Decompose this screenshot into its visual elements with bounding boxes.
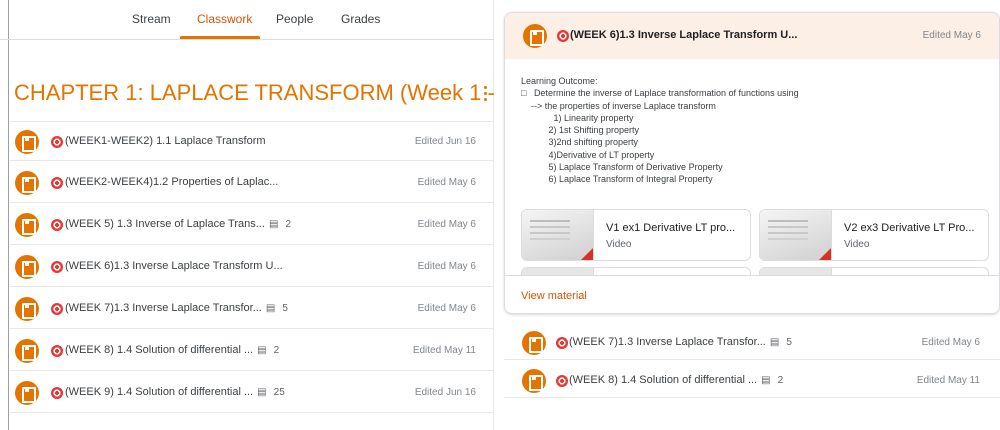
material-title: (WEEK 8) 1.4 Solution of differential ..…	[569, 374, 784, 386]
video-attachment[interactable]: V1 ex1 Derivative LT pro... Video	[521, 209, 751, 261]
assignment-icon	[15, 130, 39, 154]
material-row[interactable]: (WEEK 7)1.3 Inverse Laplace Transfor... ▤…	[10, 289, 494, 329]
comment-count: 25	[273, 387, 285, 398]
material-card-footer: View material	[505, 275, 999, 313]
target-icon	[51, 177, 63, 189]
classwork-panel: Stream Classwork People Grades CHAPTER 1…	[0, 0, 519, 430]
target-icon	[51, 345, 63, 357]
material-title: (WEEK1-WEEK2) 1.1 Laplace Transform	[65, 135, 266, 147]
material-row[interactable]: (WEEK 8) 1.4 Solution of differential ..…	[10, 331, 494, 371]
attachment-type: Video	[844, 239, 870, 250]
comment-count: 5	[282, 303, 288, 314]
material-title: (WEEK 9) 1.4 Solution of differential ..…	[65, 386, 285, 398]
target-icon	[51, 136, 63, 148]
material-title: (WEEK 6)1.3 Inverse Laplace Transform U.…	[570, 29, 798, 41]
comment-icon: ▤	[761, 375, 771, 386]
material-title: (WEEK2-WEEK4)1.2 Properties of Laplac...	[65, 176, 279, 188]
target-icon	[556, 337, 568, 349]
material-card-header[interactable]: (WEEK 6)1.3 Inverse Laplace Transform U.…	[505, 13, 999, 59]
class-tabs: Stream Classwork People Grades	[0, 0, 494, 40]
edited-date: Edited May 11	[916, 375, 980, 386]
attachment-type: Video	[606, 239, 632, 250]
edited-date: Edited May 6	[921, 337, 980, 348]
tab-grades[interactable]: Grades	[341, 12, 380, 26]
comment-icon: ▤	[265, 303, 276, 314]
tab-people[interactable]: People	[276, 12, 313, 26]
assignment-icon	[15, 255, 39, 279]
comment-count: 2	[777, 375, 784, 386]
edited-date: Edited May 6	[417, 261, 476, 272]
material-row[interactable]: (WEEK2-WEEK4)1.2 Properties of Laplac...…	[10, 163, 494, 203]
tab-stream[interactable]: Stream	[132, 12, 171, 26]
target-icon	[556, 375, 568, 387]
target-icon	[51, 303, 63, 315]
target-icon	[51, 219, 63, 231]
attachment-title: V1 ex1 Derivative LT pro...	[606, 222, 736, 234]
material-title: (WEEK 7)1.3 Inverse Laplace Transfor... ▤…	[65, 302, 288, 314]
panel-border	[8, 0, 9, 430]
edited-date: Edited Jun 16	[414, 387, 476, 398]
material-description: Learning Outcome: □ Determine the inverse…	[521, 76, 799, 185]
edited-date: Edited May 6	[417, 303, 476, 314]
topic-title: CHAPTER 1: LAPLACE TRANSFORM (Week 1 - .…	[14, 80, 520, 105]
more-vert-icon[interactable]	[484, 86, 488, 104]
tab-classwork[interactable]: Classwork	[197, 12, 252, 26]
video-thumbnail	[760, 210, 832, 260]
assignment-icon	[15, 381, 39, 405]
attachment-title: V2 ex3 Derivative LT Pro...	[844, 222, 975, 234]
material-title: (WEEK 5) 1.3 Inverse of Laplace Trans...…	[65, 218, 292, 230]
material-title: (WEEK 8) 1.4 Solution of differential ..…	[65, 344, 280, 356]
edited-date: Edited May 6	[417, 219, 476, 230]
assignment-icon	[15, 339, 39, 363]
material-row[interactable]: (WEEK 5) 1.3 Inverse of Laplace Trans...…	[10, 205, 494, 245]
video-thumbnail	[522, 210, 594, 260]
active-tab-indicator	[180, 36, 260, 39]
edited-date: Edited May 11	[412, 345, 476, 356]
material-title: (WEEK 7)1.3 Inverse Laplace Transfor... ▤…	[569, 336, 792, 348]
material-row[interactable]: (WEEK 6)1.3 Inverse Laplace Transform U.…	[10, 247, 494, 287]
material-row[interactable]: (WEEK 9) 1.4 Solution of differential ..…	[10, 373, 494, 413]
edited-date: Edited May 6	[922, 30, 981, 41]
assignment-icon	[15, 171, 39, 195]
comment-count: 2	[273, 345, 280, 356]
edited-date: Edited May 6	[417, 177, 476, 188]
assignment-icon	[523, 24, 547, 48]
comment-count: 5	[786, 337, 792, 348]
material-row[interactable]: (WEEK 8) 1.4 Solution of differential ..…	[504, 364, 1000, 398]
material-row[interactable]: (WEEK 7)1.3 Inverse Laplace Transfor... ▤…	[504, 326, 1000, 360]
comment-count: 2	[285, 219, 292, 230]
expanded-material-panel: (WEEK 6)1.3 Inverse Laplace Transform U.…	[500, 0, 1000, 430]
edited-date: Edited Jun 16	[414, 136, 476, 147]
assignment-icon	[15, 213, 39, 237]
assignment-icon	[15, 297, 39, 321]
material-row[interactable]: (WEEK1-WEEK2) 1.1 Laplace Transform Edit…	[10, 121, 494, 161]
comment-icon: ▤	[268, 219, 279, 230]
comment-icon: ▤	[257, 345, 267, 356]
material-card: (WEEK 6)1.3 Inverse Laplace Transform U.…	[504, 12, 1000, 314]
comment-icon: ▤	[769, 337, 780, 348]
view-material-link[interactable]: View material	[521, 290, 587, 302]
assignment-icon	[522, 331, 546, 355]
material-title: (WEEK 6)1.3 Inverse Laplace Transform U.…	[65, 260, 283, 272]
target-icon	[51, 387, 63, 399]
comment-icon: ▤	[257, 387, 267, 398]
target-icon	[51, 261, 63, 273]
video-attachment[interactable]: V2 ex3 Derivative LT Pro... Video	[759, 209, 989, 261]
target-icon	[557, 30, 569, 42]
assignment-icon	[522, 369, 546, 393]
